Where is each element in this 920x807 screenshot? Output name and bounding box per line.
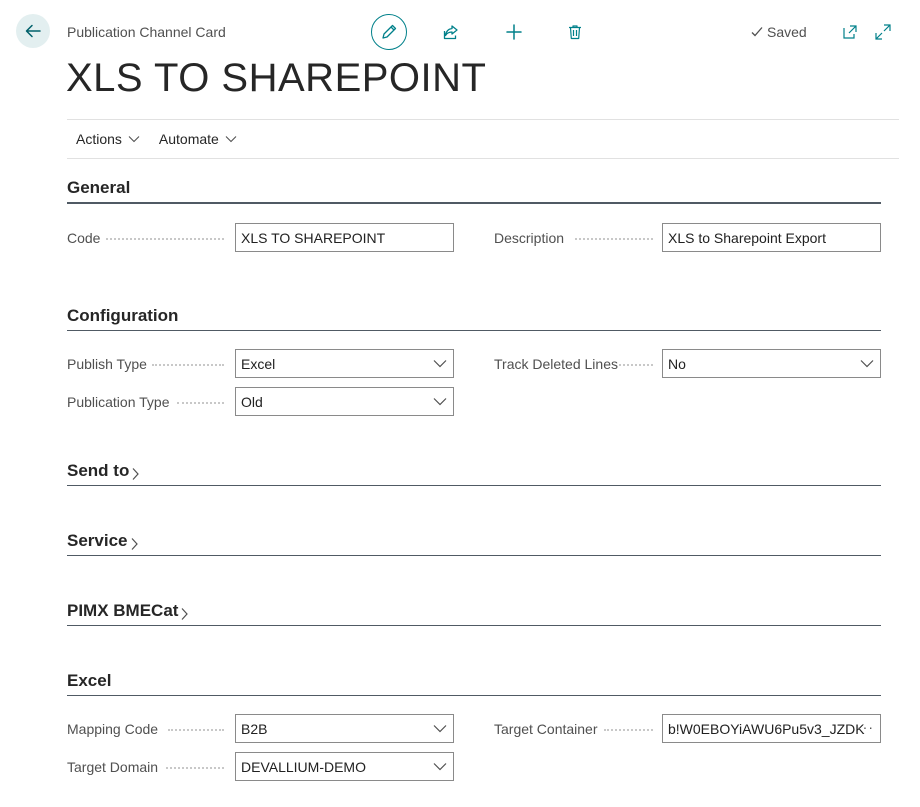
check-icon xyxy=(751,27,763,37)
leader-dots xyxy=(166,767,224,769)
leader-dots xyxy=(152,364,224,366)
more-options-icon[interactable]: ··· xyxy=(857,719,874,735)
edit-button[interactable] xyxy=(371,14,407,50)
actions-menu[interactable]: Actions xyxy=(76,131,140,147)
action-bar: Actions Automate xyxy=(67,119,899,159)
target-domain-select[interactable]: DEVALLIUM-DEMO xyxy=(235,752,454,781)
section-general-header[interactable]: General xyxy=(67,176,881,204)
chevron-down-icon xyxy=(433,360,447,368)
code-value: XLS TO SHAREPOINT xyxy=(241,229,386,246)
section-excel-header[interactable]: Excel xyxy=(67,668,881,696)
section-excel-title: Excel xyxy=(67,671,112,690)
description-value: XLS to Sharepoint Export xyxy=(668,229,826,246)
publish-type-select[interactable]: Excel xyxy=(235,349,454,378)
chevron-down-icon xyxy=(433,398,447,406)
publish-type-label: Publish Type xyxy=(67,356,147,372)
arrow-left-icon xyxy=(25,24,41,38)
section-configuration-title: Configuration xyxy=(67,306,179,325)
section-service-header[interactable]: Service xyxy=(67,528,881,556)
chevron-right-icon xyxy=(182,608,189,620)
section-send-to-title: Send to xyxy=(67,461,130,480)
delete-button[interactable] xyxy=(557,14,593,50)
section-configuration-header[interactable]: Configuration xyxy=(67,303,881,331)
leader-dots xyxy=(106,238,224,240)
record-title: XLS TO SHAREPOINT xyxy=(66,56,487,100)
open-new-window-icon xyxy=(843,25,857,39)
leader-dots xyxy=(177,402,224,404)
track-deleted-lines-label: Track Deleted Lines xyxy=(494,356,618,372)
target-container-value: b!W0EBOYiAWU6Pu5v3_JZDK xyxy=(668,720,865,737)
chevron-down-icon xyxy=(433,725,447,733)
new-button[interactable] xyxy=(496,14,532,50)
saved-label: Saved xyxy=(767,24,807,40)
leader-dots xyxy=(619,364,653,366)
target-container-field[interactable]: b!W0EBOYiAWU6Pu5v3_JZDK ··· xyxy=(662,714,881,743)
automate-menu-label: Automate xyxy=(158,131,219,147)
publication-type-value: Old xyxy=(241,393,263,410)
expand-button[interactable] xyxy=(865,14,901,50)
saved-indicator: Saved xyxy=(750,24,807,40)
publish-type-value: Excel xyxy=(241,355,276,372)
leader-dots xyxy=(604,729,653,731)
mapping-code-select[interactable]: B2B xyxy=(235,714,454,743)
section-pimx-bmecat-header[interactable]: PIMX BMECat xyxy=(67,598,881,626)
leader-dots xyxy=(575,238,653,240)
section-general-title: General xyxy=(67,178,131,197)
chevron-right-icon xyxy=(132,468,140,480)
description-field[interactable]: XLS to Sharepoint Export xyxy=(662,223,881,252)
publication-type-select[interactable]: Old xyxy=(235,387,454,416)
chevron-down-icon xyxy=(860,360,874,368)
plus-icon xyxy=(506,24,522,40)
section-service-title: Service xyxy=(67,531,128,550)
open-new-window-button[interactable] xyxy=(832,14,868,50)
share-button[interactable] xyxy=(433,14,469,50)
description-label: Description xyxy=(494,230,565,246)
code-label: Code xyxy=(67,230,101,246)
target-container-label: Target Container xyxy=(494,721,598,737)
trash-icon xyxy=(569,25,581,40)
track-deleted-lines-value: No xyxy=(668,355,686,372)
chevron-down-icon xyxy=(433,763,447,771)
chevron-down-icon xyxy=(128,136,140,143)
actions-menu-label: Actions xyxy=(76,131,122,147)
chevron-down-icon xyxy=(225,136,237,143)
mapping-code-label: Mapping Code xyxy=(67,721,159,737)
share-icon xyxy=(443,25,458,40)
page-caption: Publication Channel Card xyxy=(67,24,226,40)
target-domain-value: DEVALLIUM-DEMO xyxy=(241,758,366,775)
section-send-to-header[interactable]: Send to xyxy=(67,458,881,486)
code-field[interactable]: XLS TO SHAREPOINT xyxy=(235,223,454,252)
section-pimx-bmecat-title: PIMX BMECat xyxy=(67,601,179,620)
chevron-right-icon xyxy=(131,538,138,550)
publication-type-label: Publication Type xyxy=(67,394,170,410)
expand-icon xyxy=(875,24,891,40)
mapping-code-value: B2B xyxy=(241,720,268,737)
track-deleted-lines-select[interactable]: No xyxy=(662,349,881,378)
automate-menu[interactable]: Automate xyxy=(159,131,237,147)
target-domain-label: Target Domain xyxy=(67,759,159,775)
back-button[interactable] xyxy=(16,14,50,48)
pencil-icon xyxy=(382,24,397,39)
leader-dots xyxy=(168,729,224,731)
